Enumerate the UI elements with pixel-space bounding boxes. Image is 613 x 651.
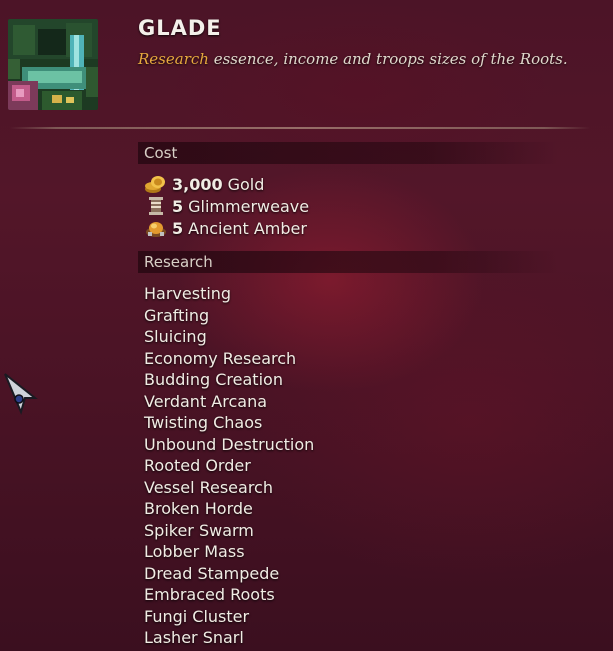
research-item-twisting-chaos: Twisting Chaos [144, 413, 263, 432]
ancient-amber-icon [144, 217, 168, 239]
glade-portrait-icon [8, 19, 98, 110]
cost-heading: Cost [144, 144, 178, 162]
cost-item-gold: 3,000 Gold [144, 173, 264, 195]
header-divider [10, 127, 590, 129]
mouse-cursor-icon [3, 372, 39, 418]
cost-amount: 3,000 [172, 174, 223, 194]
cost-resource: Ancient Amber [188, 218, 307, 238]
cost-item-ancient-amber: 5 Ancient Amber [144, 217, 307, 239]
research-item-grafting: Grafting [144, 305, 210, 325]
research-item-budding-creation: Budding Creation [144, 370, 283, 389]
cost-amount: 5 [172, 196, 184, 216]
cost-item-glimmerweave: 5 Glimmerweave [144, 195, 309, 217]
research-list: Harvesting Grafting Sluicing Economy Res… [144, 283, 314, 649]
research-item-broken-horde: Broken Horde [144, 499, 253, 518]
research-item-sluicing: Sluicing [144, 327, 207, 346]
cost-resource: Gold [227, 174, 265, 194]
cost-section-header: Cost [138, 142, 558, 164]
cost-resource: Glimmerweave [188, 196, 310, 216]
research-section-header: Research [138, 251, 558, 273]
subtitle-accent: Research [138, 50, 209, 68]
research-item-vessel-research: Vessel Research [144, 477, 273, 497]
page-subtitle: Research essence, income and troops size… [138, 50, 568, 68]
page-title: GLADE [138, 16, 222, 40]
subtitle-text: essence, income and troops sizes of the … [208, 50, 568, 68]
research-item-lasher-snarl: Lasher Snarl [144, 628, 244, 647]
research-item-rooted-order: Rooted Order [144, 456, 251, 475]
gold-coins-icon [144, 173, 168, 195]
research-item-economy-research: Economy Research [144, 348, 297, 368]
research-item-dread-stampede: Dread Stampede [144, 563, 280, 583]
research-item-embraced-roots: Embraced Roots [144, 585, 275, 604]
glimmerweave-spool-icon [144, 195, 168, 217]
research-item-spiker-swarm: Spiker Swarm [144, 520, 254, 540]
research-item-verdant-arcana: Verdant Arcana [144, 391, 268, 411]
research-item-fungi-cluster: Fungi Cluster [144, 606, 250, 626]
research-heading: Research [144, 253, 213, 271]
research-item-lobber-mass: Lobber Mass [144, 542, 245, 561]
research-item-harvesting: Harvesting [144, 284, 232, 303]
cost-amount: 5 [172, 218, 184, 238]
research-item-unbound-destruction: Unbound Destruction [144, 434, 315, 454]
